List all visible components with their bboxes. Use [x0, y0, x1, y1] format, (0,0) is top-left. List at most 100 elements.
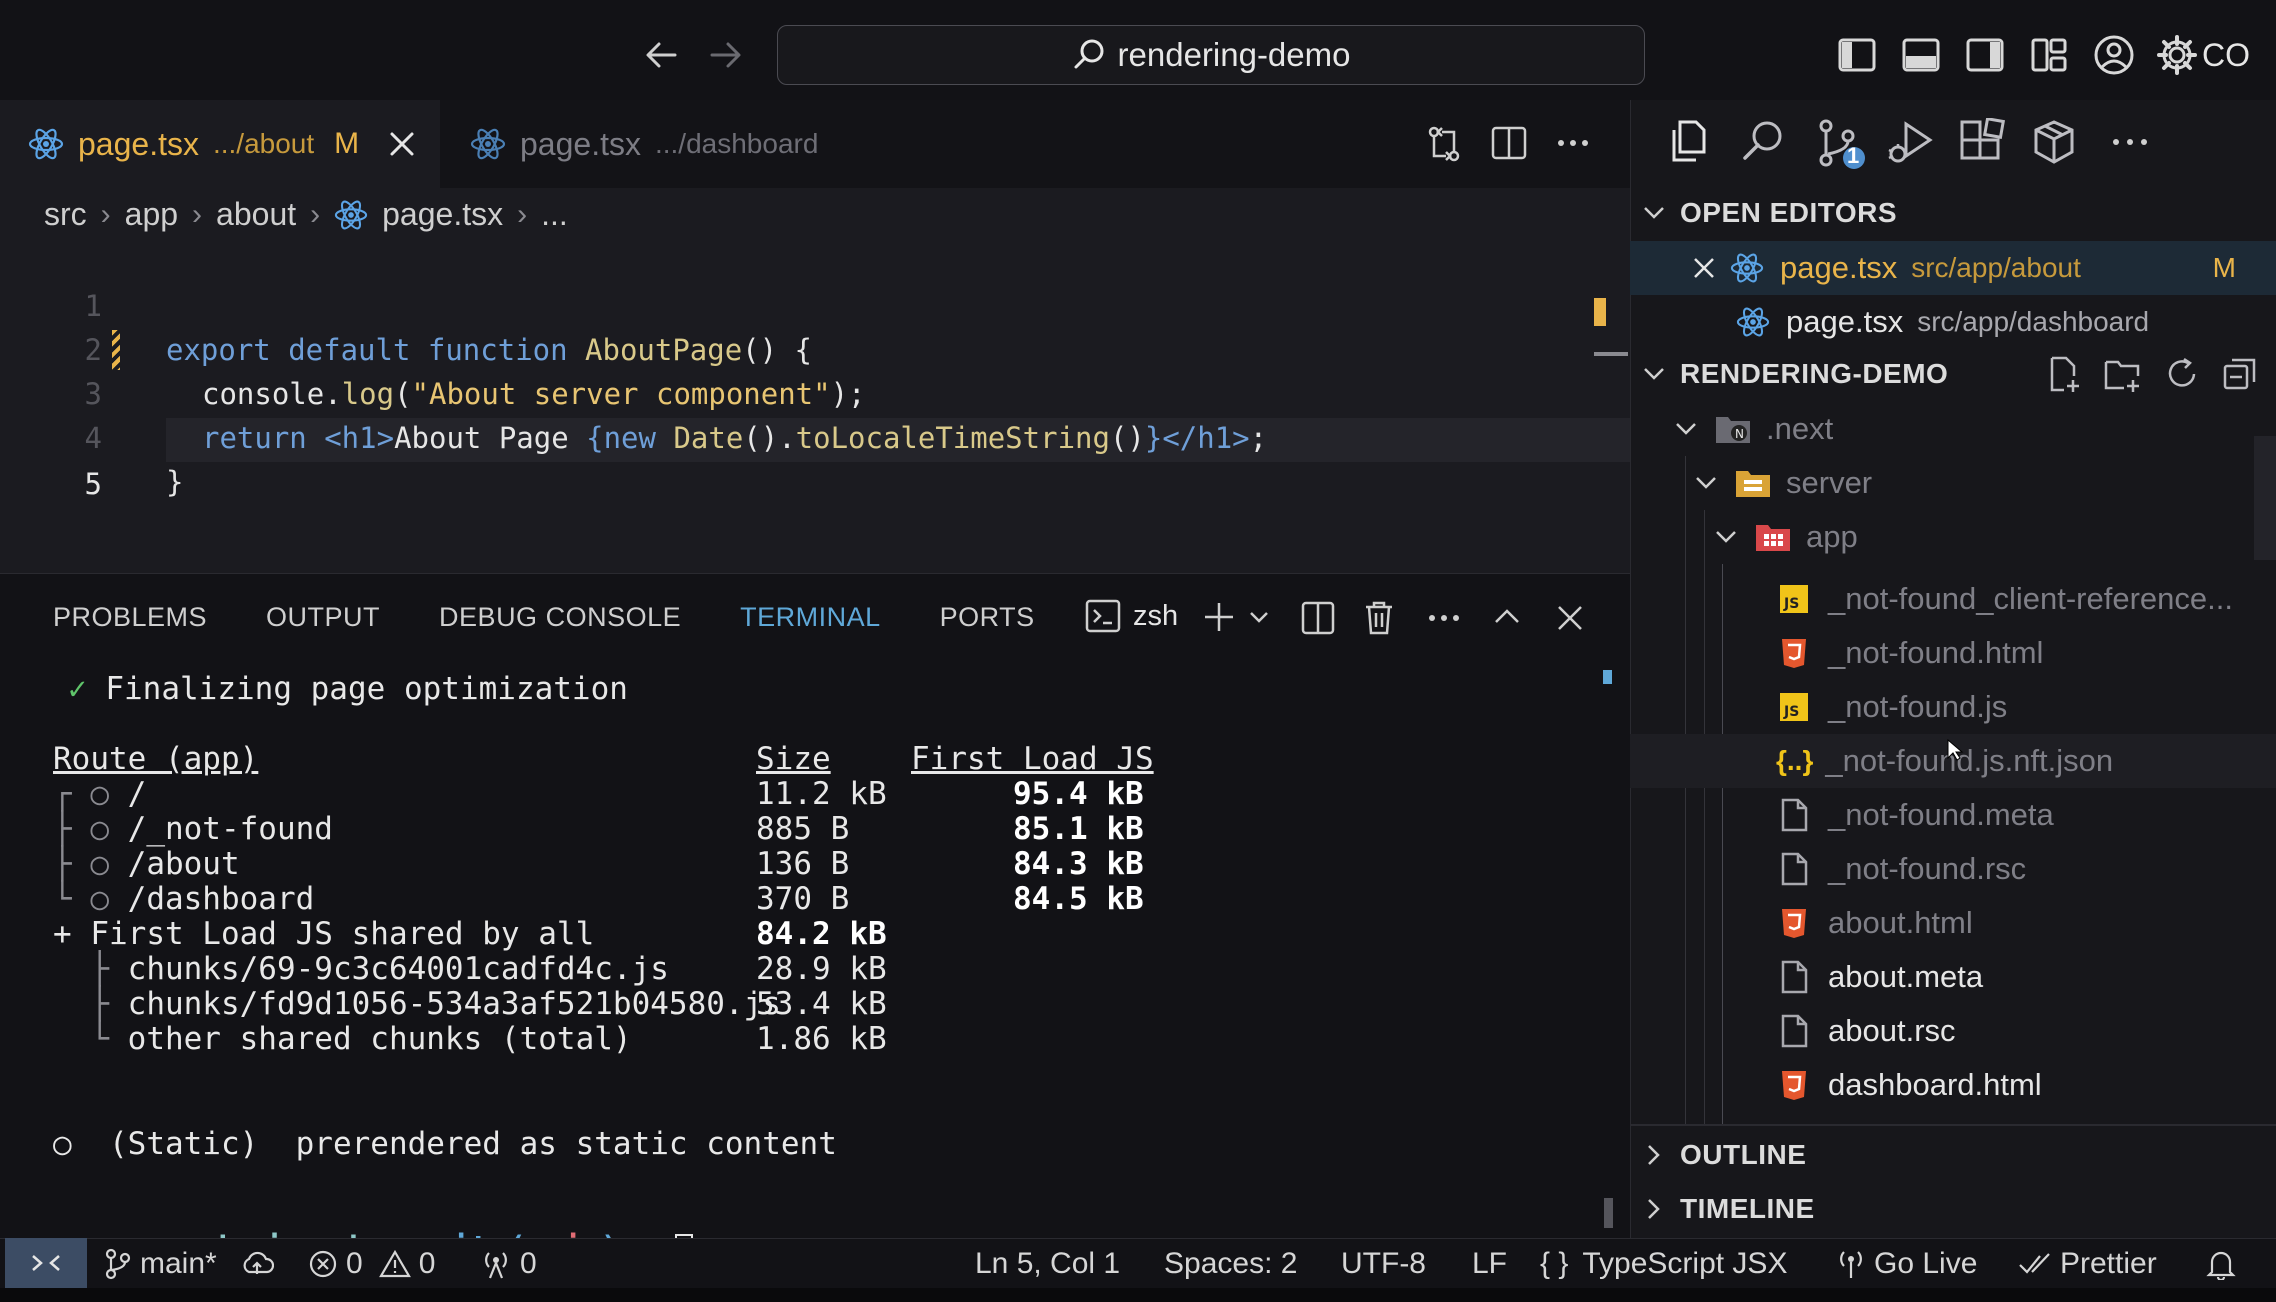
tree-file[interactable]: about.rsc: [1630, 1004, 2276, 1058]
bell-icon: [2206, 1248, 2236, 1280]
plus-icon[interactable]: [1202, 600, 1236, 634]
new-file-icon[interactable]: [2046, 356, 2082, 392]
more-views-icon[interactable]: [2110, 124, 2150, 160]
breadcrumb-symbol[interactable]: ...: [541, 196, 568, 233]
indentation-status[interactable]: Spaces: 2: [1164, 1240, 1297, 1288]
route-first-load: 85.1 kB: [1013, 811, 1144, 847]
extensions-icon[interactable]: [1958, 118, 2006, 166]
close-panel-icon[interactable]: [1556, 604, 1584, 632]
breadcrumb-file[interactable]: page.tsx: [382, 196, 503, 233]
tree-file[interactable]: _not-found.meta: [1630, 788, 2276, 842]
chevron-down-icon[interactable]: [1248, 608, 1270, 626]
toggle-primary-sidebar-icon[interactable]: [1838, 36, 1876, 74]
section-title: OUTLINE: [1680, 1139, 1807, 1170]
first-load-header: First Load JS: [911, 741, 1154, 777]
tree-file[interactable]: JS _not-found_client-reference...: [1630, 572, 2276, 626]
split-terminal-icon[interactable]: [1300, 600, 1336, 636]
toggle-secondary-sidebar-icon[interactable]: [1966, 36, 2004, 74]
problems-status[interactable]: 0 0: [308, 1240, 435, 1288]
new-folder-icon[interactable]: [2104, 356, 2142, 392]
tab-ports[interactable]: PORTS: [940, 602, 1035, 633]
tree-file[interactable]: _not-found.html: [1630, 626, 2276, 680]
cursor-position[interactable]: Ln 5, Col 1: [975, 1240, 1120, 1288]
package-box-icon[interactable]: [2030, 118, 2078, 166]
split-editor-icon[interactable]: [1490, 124, 1528, 162]
forward-arrow-icon[interactable]: [706, 35, 746, 75]
breadcrumb-about[interactable]: about: [216, 196, 296, 233]
section-divider: [1630, 1124, 2276, 1126]
compare-changes-icon[interactable]: [1424, 124, 1464, 164]
trash-icon[interactable]: [1362, 599, 1396, 637]
close-icon[interactable]: [389, 131, 415, 157]
outline-header[interactable]: OUTLINE: [1630, 1130, 2276, 1180]
timeline-header[interactable]: TIMELINE: [1630, 1184, 2276, 1234]
terminal-scroll-marker: [1603, 670, 1612, 684]
tree-file[interactable]: _not-found.rsc: [1630, 842, 2276, 896]
refresh-icon[interactable]: [2164, 356, 2200, 392]
double-check-icon: [2018, 1250, 2052, 1278]
terminal-scrollbar[interactable]: [1604, 1198, 1613, 1228]
customize-layout-icon[interactable]: [2030, 36, 2068, 74]
search-icon[interactable]: [1740, 118, 1786, 164]
terminal-selector[interactable]: zsh: [1085, 598, 1178, 634]
tab-problems[interactable]: PROBLEMS: [53, 602, 207, 633]
branch-status[interactable]: main*: [104, 1240, 217, 1288]
chevron-up-icon[interactable]: [1492, 604, 1522, 628]
remote-indicator-button[interactable]: [5, 1238, 87, 1288]
go-live-button[interactable]: Go Live: [1836, 1240, 1977, 1288]
code-line: 1 export default function AboutPage() {: [0, 240, 1630, 367]
tree-file[interactable]: dashboard.html: [1630, 1058, 2276, 1112]
toggle-panel-icon[interactable]: [1902, 36, 1940, 74]
account-icon[interactable]: [2093, 34, 2135, 76]
open-editor-item[interactable]: page.tsx src/app/dashboard: [1630, 295, 2276, 349]
tree-file[interactable]: JS _not-found.js: [1630, 680, 2276, 734]
code-line: 3 return <h1>About Page {new Date().toLo…: [0, 328, 1630, 455]
run-debug-icon[interactable]: [1886, 118, 1936, 166]
more-actions-icon[interactable]: [1554, 124, 1592, 162]
tree-file[interactable]: about.html: [1630, 896, 2276, 950]
file-name: page.tsx: [1786, 304, 1904, 339]
explorer-scrollbar[interactable]: [2254, 436, 2276, 560]
chevron-down-icon: [1674, 419, 1698, 439]
back-arrow-icon[interactable]: [641, 35, 681, 75]
tab-page-dashboard[interactable]: page.tsx .../dashboard: [450, 100, 818, 188]
notifications-button[interactable]: [2206, 1240, 2236, 1288]
file-name: about.rsc: [1828, 1013, 1956, 1048]
tab-terminal[interactable]: TERMINAL: [740, 602, 881, 633]
collapse-all-icon[interactable]: [2222, 356, 2258, 392]
folder-name: app: [1806, 519, 1858, 554]
chunk-row: └ other shared chunks (total): [53, 1021, 632, 1057]
command-center-search[interactable]: rendering-demo: [777, 25, 1645, 85]
chevron-right-icon: [1644, 1197, 1672, 1221]
close-icon[interactable]: [1692, 256, 1716, 280]
chevron-down-icon: [1714, 527, 1738, 547]
warning-icon: [378, 1249, 411, 1279]
sync-button[interactable]: [240, 1240, 274, 1288]
chunk-size: 53.4 kB: [756, 986, 887, 1022]
chunk-name: chunks/69-9c3c64001cadfd4c.js: [127, 951, 669, 987]
explorer-files-icon[interactable]: [1666, 118, 1712, 164]
prettier-button[interactable]: Prettier: [2018, 1240, 2157, 1288]
chevron-right-icon: ›: [517, 197, 528, 231]
tree-folder-next[interactable]: N .next: [1630, 402, 2276, 456]
search-icon: [1072, 38, 1106, 72]
more-actions-icon[interactable]: [1426, 600, 1462, 636]
encoding-status[interactable]: UTF-8: [1341, 1240, 1426, 1288]
tree-folder-app[interactable]: app: [1630, 510, 2276, 564]
chunk-name: other shared chunks (total): [127, 1021, 632, 1057]
tab-debug-console[interactable]: DEBUG CONSOLE: [439, 602, 681, 633]
ports-status[interactable]: 0: [480, 1240, 537, 1288]
open-editor-item[interactable]: page.tsx src/app/about M: [1630, 241, 2276, 295]
open-editors-header[interactable]: OPEN EDITORS: [1630, 188, 2276, 238]
eol-status[interactable]: LF: [1472, 1240, 1507, 1288]
language-status[interactable]: { } TypeScript JSX: [1540, 1240, 1787, 1288]
breadcrumb-src[interactable]: src: [44, 196, 87, 233]
svg-text:JS: JS: [1783, 704, 1799, 720]
tree-folder-server[interactable]: server: [1630, 456, 2276, 510]
breadcrumb-app[interactable]: app: [125, 196, 178, 233]
manage-gear-button[interactable]: CO: [2156, 34, 2250, 76]
tab-page-about[interactable]: page.tsx .../about M: [0, 100, 440, 188]
source-control-icon[interactable]: 1: [1814, 118, 1866, 170]
tab-output[interactable]: OUTPUT: [266, 602, 380, 633]
tree-file[interactable]: about.meta: [1630, 950, 2276, 1004]
